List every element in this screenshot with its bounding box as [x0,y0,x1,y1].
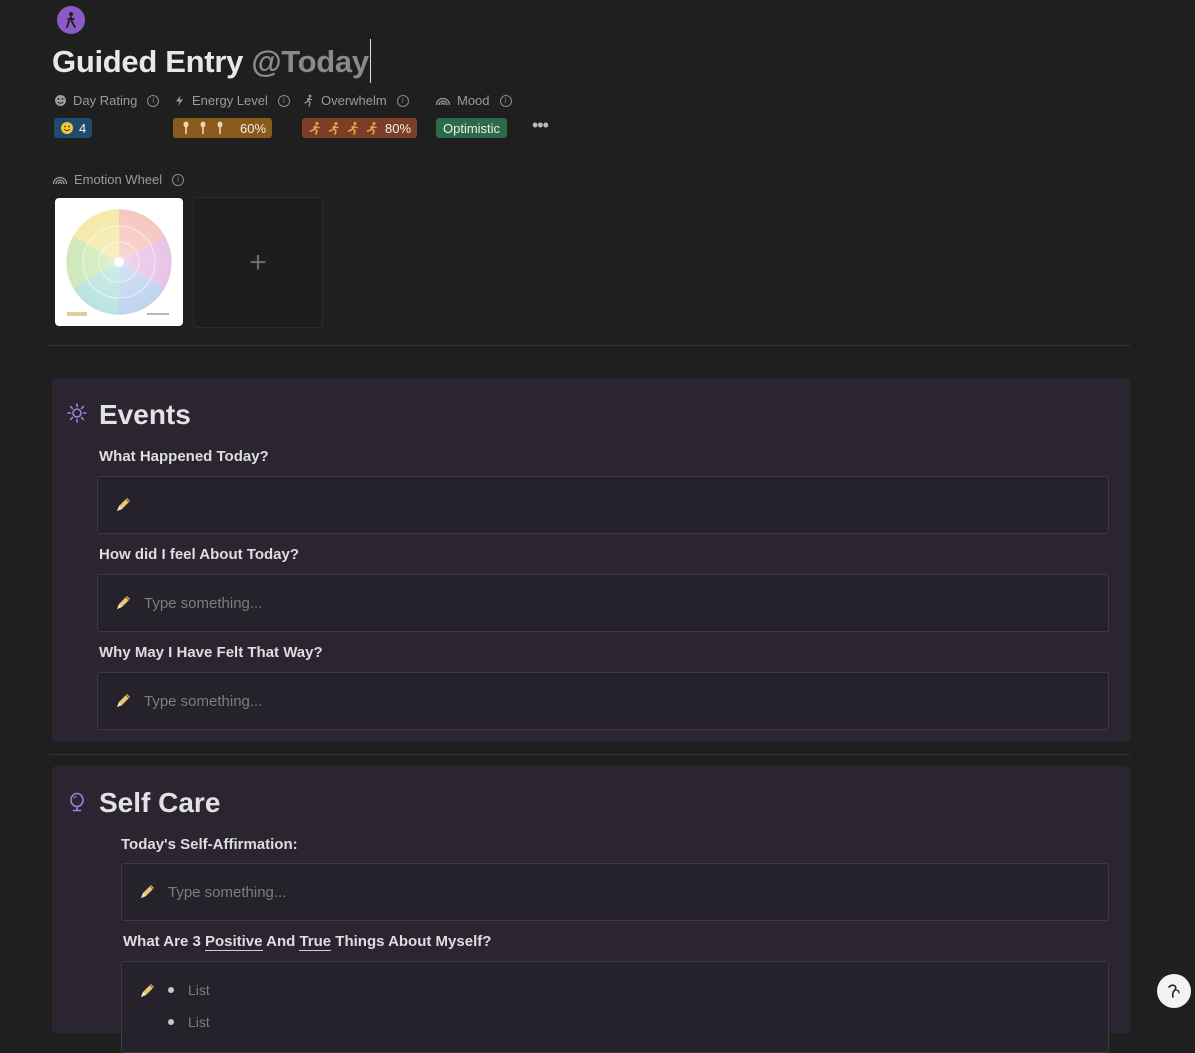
more-properties-button[interactable]: ••• [532,116,550,138]
mood-tag[interactable]: Optimistic [436,118,508,138]
placeholder-text: Type something... [144,692,263,710]
positives-list: List List [168,982,210,1030]
add-image-button[interactable]: + [193,197,323,328]
pen-icon [141,885,154,898]
overwhelm-tag[interactable]: 80% [302,118,418,138]
running-person-icon [304,94,313,107]
energy-level-value: 60% [240,120,267,136]
rainbow-icon [435,97,451,106]
q-underlined-positive: Positive [204,933,263,951]
day-rating-tag[interactable]: 4 [54,118,93,138]
page-icon-walking[interactable] [57,6,85,34]
answer-box-self-affirmation[interactable]: Type something... [121,863,1109,921]
text-caret [369,39,371,83]
q-part: What Are 3 [123,933,205,950]
placeholder-text: Type something... [144,594,263,612]
list-item[interactable]: List [168,1014,210,1030]
info-icon[interactable]: i [396,94,409,107]
day-rating-value: 4 [79,120,87,136]
emotion-wheel-label[interactable]: Emotion Wheel i [52,172,185,187]
info-icon[interactable]: i [499,94,512,107]
q-part: And [262,933,300,950]
divider [49,345,1130,346]
info-icon[interactable]: i [277,94,290,107]
help-button[interactable] [1157,974,1191,1008]
energy-level-tag[interactable]: 60% [173,118,273,138]
label-text: Mood [457,93,490,108]
question-how-feel[interactable]: How did I feel About Today? [99,546,299,563]
list-item-text: List [188,1014,210,1030]
smiley-emoji-icon [61,122,73,134]
pen-icon [141,984,154,997]
property-day-rating-label[interactable]: Day Rating i [54,93,160,108]
events-heading[interactable]: Events [99,399,191,431]
label-text: Overwhelm [321,93,387,108]
pen-icon [117,596,130,609]
label-text: Energy Level [192,93,268,108]
property-overwhelm-label[interactable]: Overwhelm i [302,93,409,108]
question-self-affirmation[interactable]: Today's Self-Affirmation: [121,836,298,853]
self-care-section: Self Care Today's Self-Affirmation: Type… [52,766,1130,1053]
emotion-wheel-image[interactable] [55,198,183,326]
pen-icon [117,694,130,707]
date-mention[interactable]: @Today [251,44,369,79]
page-title[interactable]: Guided Entry @Today [52,39,371,86]
bullet-dot [168,987,174,993]
help-icon [1168,984,1180,998]
list-item[interactable]: List [168,982,210,998]
answer-box-how-feel[interactable]: Type something... [97,574,1109,632]
info-icon[interactable]: i [147,94,160,107]
placeholder-text: Type something... [168,883,287,901]
question-what-happened[interactable]: What Happened Today? [99,448,269,465]
info-icon[interactable]: i [172,173,185,186]
lightning-icon [176,95,183,106]
overwhelm-value: 80% [385,120,412,136]
bullet-dot [168,1019,174,1025]
runner-emoji-icons [309,122,377,135]
divider [49,754,1130,755]
answer-box-three-positives[interactable]: List List [121,961,1109,1053]
q-underlined-true: True [299,933,332,951]
smiley-icon [55,95,66,106]
rainbow-icon [52,176,68,185]
page-title-text: Guided Entry [52,44,244,80]
list-item-text: List [188,982,210,998]
label-text: Emotion Wheel [74,172,163,187]
walking-person-icon [66,12,76,28]
sun-icon [66,402,88,424]
answer-box-what-happened[interactable] [97,476,1109,534]
answer-box-why-felt[interactable]: Type something... [97,672,1109,730]
property-mood-label[interactable]: Mood i [435,93,512,108]
question-why-felt[interactable]: Why May I Have Felt That Way? [99,644,323,661]
spoon-icons [183,121,223,134]
label-text: Day Rating [73,93,138,108]
pen-icon [117,498,130,511]
emotion-wheel-graphic [65,208,173,316]
question-three-positives[interactable]: What Are 3 Positive And True Things Abou… [123,933,492,951]
self-care-heading[interactable]: Self Care [99,787,220,819]
q-part: Things About Myself? [331,933,492,950]
mirror-icon [66,791,88,813]
mood-value: Optimistic [443,120,501,136]
events-section: Events What Happened Today? How did I fe… [52,378,1130,742]
property-energy-level-label[interactable]: Energy Level i [173,93,290,108]
